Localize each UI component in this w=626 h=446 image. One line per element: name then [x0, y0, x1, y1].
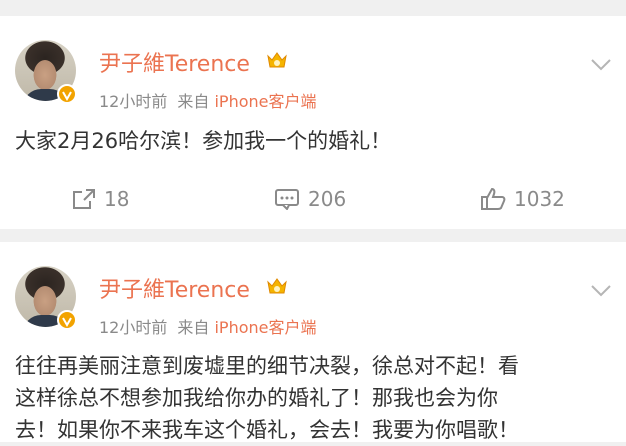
- like-count: 1032: [514, 187, 565, 211]
- weibo-post-card: 尹子維Terence 12小时前 来自 iPhone客户端 往往再美丽注意到废墟里…: [0, 242, 626, 442]
- post-text: 大家2月26哈尔滨！参加我一个的婚礼！: [15, 129, 392, 153]
- verified-badge-icon: [57, 310, 77, 330]
- crown-icon: [267, 278, 287, 294]
- post-text-line: 这样徐总不想参加我给你办的婚礼了！那我也会为你: [15, 386, 498, 410]
- action-bar: 18 206 1032: [0, 184, 626, 214]
- comment-icon: [275, 189, 299, 210]
- source-prefix: 来自: [177, 92, 210, 111]
- repost-button[interactable]: 18: [72, 184, 129, 214]
- post-text-line: 往往再美丽注意到废墟里的细节决裂，徐总对不起！看: [15, 354, 519, 378]
- post-meta: 12小时前 来自 iPhone客户端: [99, 314, 317, 338]
- chevron-down-icon[interactable]: [590, 284, 612, 298]
- comment-button[interactable]: 206: [274, 184, 346, 214]
- post-time[interactable]: 12小时前: [99, 318, 167, 337]
- post-text-line: 去！如果你不来我车这个婚礼，会去！我要为你唱歌！: [15, 418, 519, 442]
- like-button[interactable]: 1032: [480, 184, 565, 214]
- crown-icon: [267, 52, 287, 68]
- source-prefix: 来自: [177, 318, 210, 337]
- post-time[interactable]: 12小时前: [99, 92, 167, 111]
- chevron-down-icon[interactable]: [590, 58, 612, 72]
- author-name[interactable]: 尹子維Terence: [99, 46, 250, 78]
- verified-badge-icon: [57, 84, 77, 104]
- source-device[interactable]: iPhone客户端: [214, 92, 316, 111]
- post-text: 往往再美丽注意到废墟里的细节决裂，徐总对不起！看 这样徐总不想参加我给你办的婚礼…: [15, 350, 615, 446]
- comment-count: 206: [308, 187, 347, 211]
- post-meta: 12小时前 来自 iPhone客户端: [99, 88, 317, 112]
- author-name[interactable]: 尹子維Terence: [99, 272, 250, 304]
- source-device[interactable]: iPhone客户端: [214, 318, 316, 337]
- weibo-post-card: 尹子維Terence 12小时前 来自 iPhone客户端 大家2月26哈尔滨！参…: [0, 16, 626, 229]
- repost-icon: [73, 189, 95, 209]
- like-icon: [481, 187, 506, 210]
- repost-count: 18: [104, 187, 130, 211]
